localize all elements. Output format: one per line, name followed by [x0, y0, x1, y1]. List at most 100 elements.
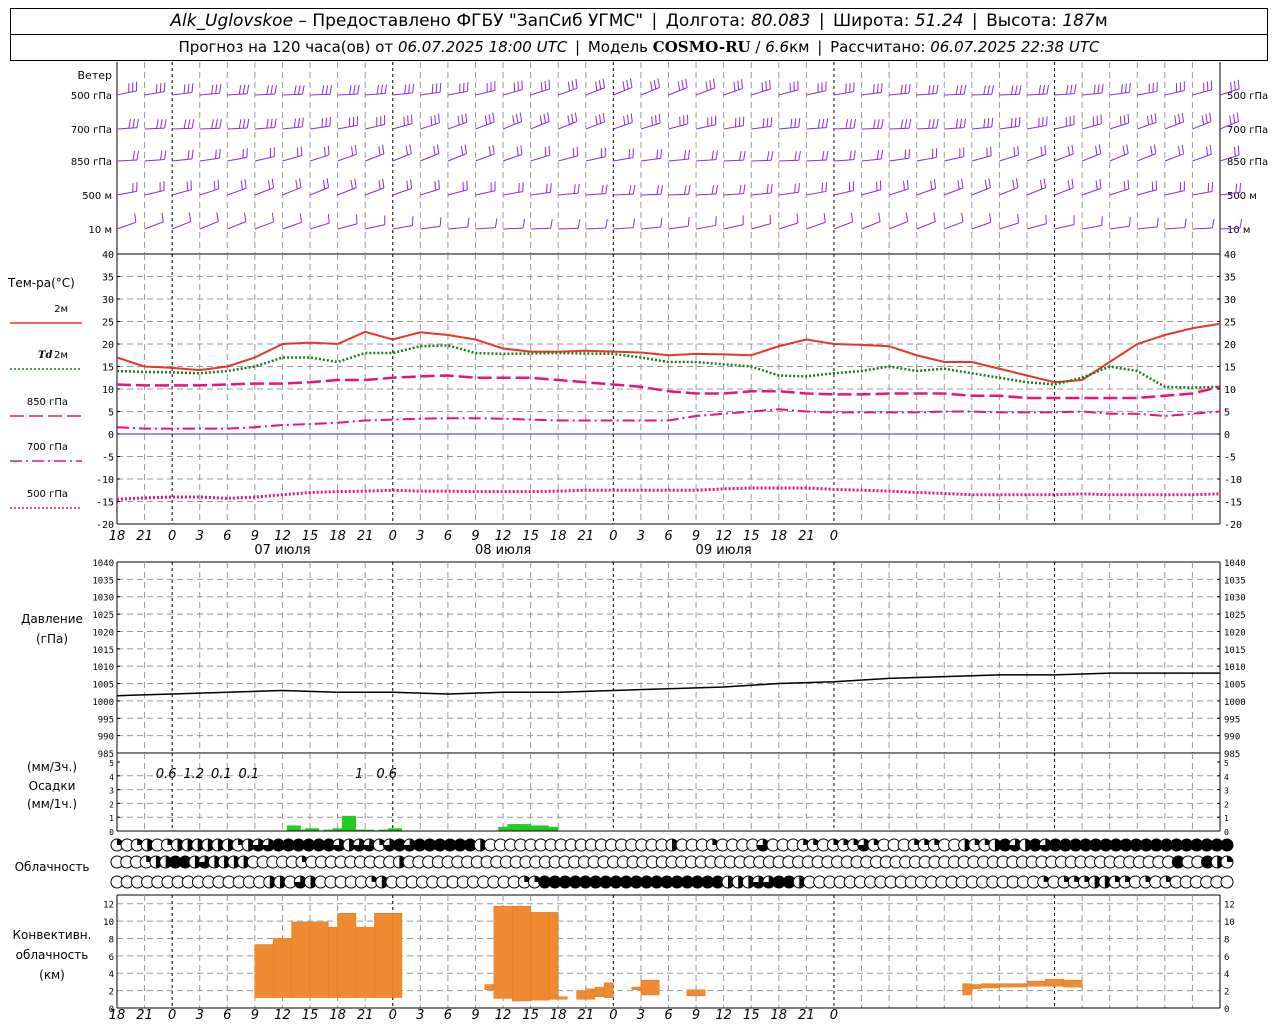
wind-barb-icon [309, 213, 330, 230]
wind-barb-feather [880, 83, 883, 93]
x-tick-label: 3 [637, 529, 645, 544]
wind-barb-feather [715, 216, 717, 226]
y-tick-label: 35 [102, 273, 114, 284]
x-tick-label: 3 [196, 529, 204, 544]
wind-barb-feather [991, 85, 994, 95]
wind-barb-feather [465, 113, 468, 123]
cloud-cover-circle-icon [1220, 838, 1234, 852]
wind-level-label: 850 гПа [71, 157, 112, 168]
wind-barb-feather [1044, 145, 1047, 155]
wind-barb-feather [216, 212, 219, 222]
wind-barb-feather [1015, 178, 1019, 188]
y-tick-label: 10 [103, 918, 114, 928]
wind-barb-feather [459, 83, 461, 93]
wind-barb-shaft [558, 192, 579, 196]
wind-barb-feather [1205, 146, 1209, 156]
wind-barb-feather [518, 183, 520, 193]
wind-barb-feather [1177, 114, 1181, 124]
wind-barb-icon [116, 213, 137, 230]
wind-barb-feather [1010, 85, 1014, 95]
wind-barb-feather [436, 144, 440, 154]
wind-barb-icon [337, 116, 359, 130]
wind-barb-icon [889, 149, 911, 162]
wind-barb-feather [1206, 81, 1209, 91]
x-tick-label: 12 [715, 529, 732, 544]
legend-label: Td [38, 350, 52, 361]
wind-barb-feather [321, 85, 325, 95]
wind-barb-feather [409, 144, 412, 154]
wind-barb-feather [1127, 113, 1130, 124]
wind-barb-feather [1129, 83, 1131, 93]
wind-barb-shaft [916, 221, 936, 230]
wind-barb-feather [880, 149, 884, 160]
wind-barb-shaft [1081, 153, 1101, 162]
wind-barb-shaft [723, 159, 744, 162]
wind-barb-feather [761, 82, 764, 92]
wind-barb-icon [833, 118, 857, 130]
wind-barb-shaft [420, 122, 440, 130]
wind-barb-feather [240, 180, 243, 190]
conv-panel-title: облачность [16, 948, 89, 962]
wind-barb-feather [494, 81, 496, 91]
x-tick-label: 6 [664, 1008, 672, 1023]
wind-barb-shaft [144, 127, 165, 130]
wind-barb-icon [778, 151, 801, 162]
y-tick-label: 30 [102, 295, 114, 306]
wind-barb-feather [376, 84, 379, 95]
x-tick-label: 3 [416, 529, 424, 544]
y-tick-label: 1005 [92, 681, 114, 691]
wind-barb-feather [155, 83, 158, 94]
wind-barb-feather [987, 85, 990, 95]
legend-label: 2м [54, 304, 68, 315]
wind-barb-feather [211, 84, 214, 94]
wind-barb-feather [685, 78, 688, 88]
conv-cloud-bar [980, 983, 1000, 989]
wind-barb-icon [999, 85, 1022, 96]
wind-barb-feather [408, 84, 411, 94]
wind-barb-feather [577, 219, 581, 229]
wind-barb-shaft [585, 193, 606, 196]
y-tick-label: 0 [1224, 430, 1230, 441]
wind-barb-shaft [254, 93, 275, 96]
wind-barb-feather [908, 119, 912, 129]
wind-barb-feather [1046, 116, 1048, 126]
wind-barb-shaft [144, 159, 165, 162]
y-tick-label: 15 [102, 363, 114, 374]
wind-barb-feather [271, 212, 275, 223]
wind-barb-feather [191, 119, 195, 129]
wind-barb-feather [707, 117, 709, 127]
wind-barb-shaft [420, 188, 440, 196]
x-tick-label: 21 [798, 1008, 815, 1023]
cloud-cover-grid [110, 838, 1234, 889]
wind-barb-shaft [1054, 153, 1074, 162]
wind-barb-icon [1164, 181, 1185, 196]
wind-barb-icon [833, 82, 855, 96]
wind-barb-feather [602, 112, 605, 123]
wind-barb-feather [547, 112, 550, 122]
wind-barb-shaft [282, 93, 303, 96]
wind-barb-icon [392, 114, 413, 130]
wind-barb-feather [936, 118, 939, 129]
wind-barb-icon [420, 179, 440, 196]
wind-barb-feather [687, 149, 691, 160]
wind-barb-feather [1038, 117, 1040, 127]
wind-barb-icon [833, 181, 854, 196]
y-tick-label: 5 [1224, 408, 1230, 419]
wind-barb-feather [1065, 117, 1067, 127]
y-tick-label: 2 [109, 988, 114, 998]
x-tick-label: 18 [109, 529, 126, 544]
wind-barb-feather [136, 150, 140, 161]
wind-barb-shaft [364, 187, 385, 196]
wind-barb-shaft [696, 193, 717, 196]
wind-barb-feather [567, 81, 571, 92]
wind-barb-feather [794, 151, 797, 161]
wind-barb-icon [447, 82, 469, 96]
wind-barb-icon [668, 114, 689, 130]
wind-barb-feather [683, 150, 687, 160]
wind-barb-feather [873, 119, 876, 129]
wind-barb-feather [269, 148, 271, 158]
wind-barb-feather [462, 181, 464, 191]
wind-barb-feather [384, 84, 387, 94]
wind-barb-shaft [282, 155, 302, 162]
wind-barb-feather [434, 114, 437, 125]
